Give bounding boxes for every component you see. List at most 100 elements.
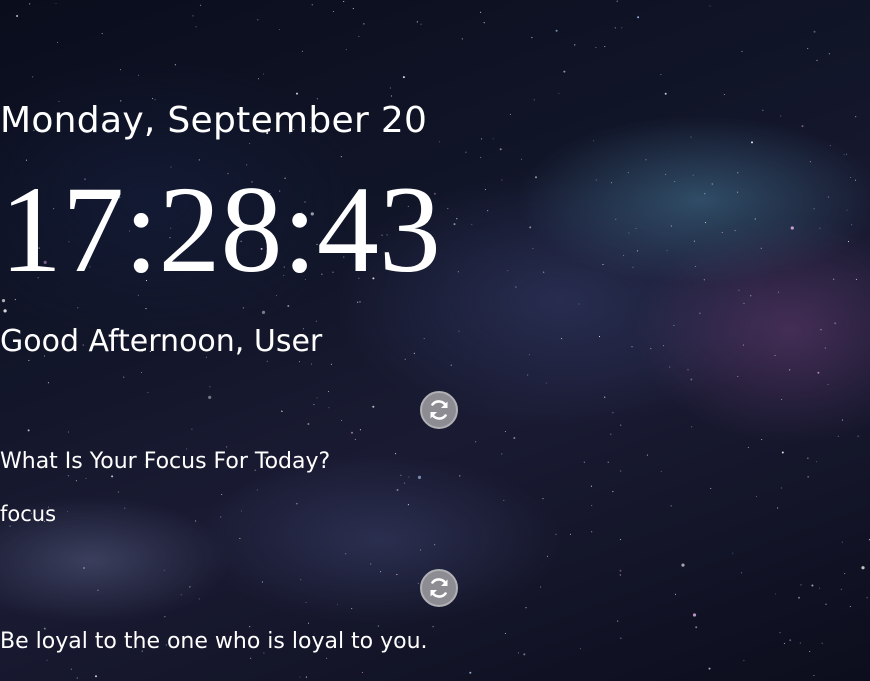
- star: [569, 533, 572, 535]
- focus-refresh-button[interactable]: [420, 391, 458, 429]
- star: [145, 308, 147, 310]
- focus-input-value[interactable]: focus: [0, 502, 870, 526]
- star: [327, 391, 330, 393]
- quote-refresh-button[interactable]: [420, 569, 458, 607]
- star: [798, 596, 800, 599]
- star: [27, 429, 30, 432]
- star: [732, 552, 734, 554]
- star: [637, 16, 640, 19]
- star: [674, 593, 677, 595]
- star: [70, 668, 72, 670]
- star: [28, 359, 30, 361]
- star: [257, 19, 259, 21]
- star: [434, 544, 436, 546]
- star: [340, 419, 343, 421]
- star: [123, 376, 125, 378]
- star: [195, 26, 197, 28]
- star: [261, 581, 263, 583]
- star: [807, 48, 809, 50]
- star: [198, 598, 200, 600]
- star: [299, 676, 301, 678]
- star: [180, 594, 182, 596]
- star: [475, 441, 477, 443]
- star: [359, 429, 361, 431]
- star: [829, 144, 831, 147]
- star: [29, 3, 31, 5]
- focus-question: What Is Your Focus For Today?: [0, 449, 331, 474]
- star: [119, 69, 122, 71]
- star: [281, 410, 283, 413]
- star: [76, 677, 78, 679]
- star: [315, 320, 317, 322]
- star: [174, 64, 176, 66]
- star: [811, 584, 814, 587]
- star: [316, 397, 318, 399]
- star: [540, 586, 542, 588]
- star: [690, 378, 693, 381]
- star: [343, 1, 345, 3]
- star: [545, 382, 547, 384]
- star: [46, 659, 48, 661]
- star: [800, 584, 802, 586]
- star: [101, 33, 103, 35]
- star: [380, 571, 382, 573]
- star: [840, 588, 842, 590]
- star: [358, 35, 360, 37]
- clock-time: 17:28:43: [0, 161, 441, 298]
- star: [591, 531, 593, 533]
- star: [558, 92, 560, 94]
- star: [708, 667, 711, 670]
- star: [328, 407, 330, 409]
- star: [390, 95, 392, 97]
- star: [827, 384, 829, 386]
- star: [664, 92, 667, 95]
- star: [619, 574, 621, 576]
- star: [432, 626, 434, 628]
- star: [85, 477, 87, 479]
- star: [844, 573, 846, 575]
- star: [3, 309, 7, 313]
- star: [191, 428, 193, 430]
- star: [459, 475, 461, 477]
- star: [807, 476, 809, 478]
- star: [849, 605, 851, 608]
- star: [340, 156, 342, 158]
- star: [404, 482, 406, 484]
- star: [751, 141, 753, 144]
- star: [669, 366, 671, 368]
- star: [311, 4, 313, 6]
- star: [861, 566, 865, 570]
- refresh-icon: [430, 578, 448, 598]
- star: [57, 41, 59, 43]
- star: [163, 569, 165, 571]
- star: [189, 586, 191, 588]
- star: [345, 48, 347, 51]
- star: [866, 597, 868, 599]
- star: [47, 382, 49, 384]
- star: [480, 11, 482, 13]
- star: [816, 59, 818, 61]
- star: [709, 5, 711, 7]
- star: [249, 142, 251, 145]
- star: [825, 603, 827, 605]
- star: [692, 613, 697, 617]
- star: [503, 499, 505, 501]
- star: [313, 404, 315, 406]
- star: [97, 589, 99, 591]
- star: [332, 10, 334, 13]
- star: [298, 361, 301, 363]
- star: [249, 626, 251, 628]
- star: [239, 537, 241, 540]
- star: [140, 371, 142, 374]
- star: [359, 301, 361, 303]
- star: [774, 593, 777, 595]
- star: [363, 23, 365, 25]
- star: [480, 156, 482, 158]
- star: [417, 582, 419, 584]
- star: [621, 27, 623, 29]
- star: [67, 431, 69, 433]
- current-date: Monday, September 20: [0, 100, 428, 141]
- star: [813, 30, 816, 33]
- star: [483, 22, 485, 24]
- star: [612, 412, 614, 414]
